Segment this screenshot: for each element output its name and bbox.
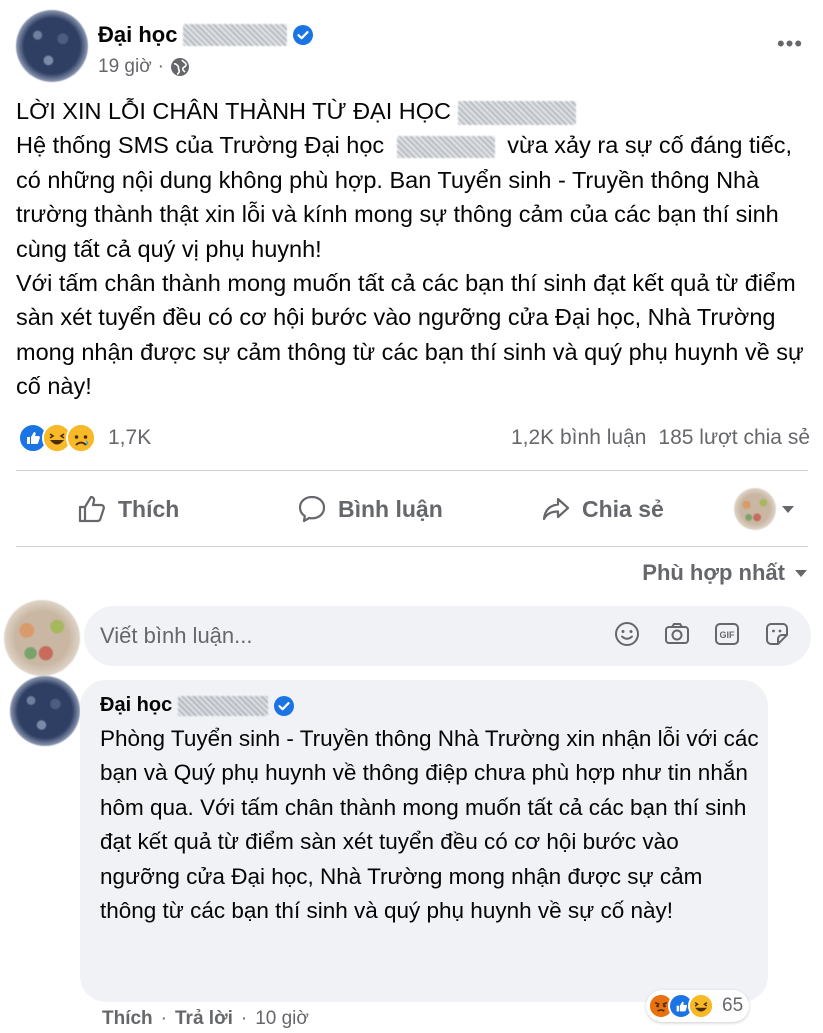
like-label: Thích	[118, 495, 180, 522]
comment-bubble-icon	[298, 495, 326, 523]
comment-sort-selector[interactable]: Phù hợp nhất	[642, 560, 807, 586]
gif-icon[interactable]: GIF	[713, 620, 741, 648]
divider	[16, 546, 808, 547]
post-heading: LỜI XIN LỖI CHÂN THÀNH TỪ ĐẠI HỌC	[16, 98, 452, 124]
author-name-row: Đại học	[98, 22, 314, 48]
emoji-icon[interactable]	[613, 620, 641, 648]
post-paragraph-2: Với tấm chân thành mong muốn tất cả các …	[16, 270, 804, 400]
post-time[interactable]: 19 giờ	[98, 56, 152, 78]
globe-icon	[171, 58, 189, 76]
comment-reactions[interactable]: 65	[646, 990, 750, 1022]
sticker-icon[interactable]	[763, 620, 791, 648]
reactions-summary: 1,7K 1,2K bình luận 185 lượt chia sẻ	[18, 420, 810, 456]
post-body-line: LỜI XIN LỖI CHÂN THÀNH TỪ ĐẠI HỌC	[16, 94, 811, 128]
separator: ·	[240, 1008, 248, 1029]
post-body-line: Hệ thống SMS của Trường Đại học vừa xảy …	[16, 128, 811, 266]
thumbs-up-icon	[78, 495, 105, 523]
author-avatar[interactable]	[16, 10, 88, 82]
audience-selector[interactable]	[734, 488, 794, 530]
shares-count[interactable]: 185 lượt chia sẻ	[658, 426, 810, 450]
comment-author-row: Đại học	[100, 694, 295, 717]
comment-label: Bình luận	[338, 495, 443, 522]
post-body: LỜI XIN LỖI CHÂN THÀNH TỪ ĐẠI HỌC Hệ thố…	[16, 94, 811, 404]
redacted-name	[396, 136, 495, 159]
post-paragraph-1a: Hệ thống SMS của Trường Đại học	[16, 132, 385, 159]
post-action-bar: Thích Bình luận Chia sẻ	[16, 480, 808, 538]
comment-author[interactable]: Đại học	[100, 694, 172, 717]
svg-text:GIF: GIF	[720, 630, 736, 640]
chevron-down-icon	[795, 569, 807, 577]
more-options-icon[interactable]: •••	[772, 33, 808, 55]
meta-separator: ·	[157, 56, 164, 77]
share-button[interactable]: Chia sẻ	[540, 480, 664, 538]
comment-reaction-count: 65	[722, 995, 744, 1016]
comment-bubble: Đại học Phòng Tuyển sinh - Truyền thông …	[80, 680, 768, 1002]
comment-button[interactable]: Bình luận	[296, 480, 443, 538]
redacted-name	[457, 100, 576, 125]
sad-icon	[66, 423, 96, 453]
comments-count[interactable]: 1,2K bình luận	[511, 426, 646, 450]
reaction-icons[interactable]	[18, 423, 96, 453]
divider	[16, 470, 808, 471]
engagement-stats: 1,2K bình luận 185 lượt chia sẻ	[511, 426, 810, 450]
share-label: Chia sẻ	[582, 495, 664, 522]
reaction-count[interactable]: 1,7K	[108, 426, 151, 450]
composer-icons: GIF	[613, 620, 791, 648]
profile-avatar	[734, 488, 776, 530]
chevron-down-icon	[782, 505, 794, 513]
comment-time[interactable]: 10 giờ	[255, 1008, 309, 1030]
post-meta: 19 giờ ·	[98, 56, 190, 78]
share-arrow-icon	[542, 497, 570, 521]
verified-badge-icon	[293, 25, 314, 45]
comment-reply-link[interactable]: Trả lời	[175, 1008, 233, 1030]
commenter-avatar[interactable]	[10, 676, 80, 746]
post-header: Đại học 19 giờ · •••	[16, 10, 808, 82]
redacted-name	[178, 695, 269, 716]
verified-badge-icon	[274, 695, 295, 716]
comment-composer[interactable]: GIF	[84, 606, 811, 666]
comment-actions: Thích · Trả lời · 10 giờ	[102, 1008, 309, 1030]
like-button[interactable]: Thích	[76, 480, 179, 538]
comment-like-link[interactable]: Thích	[102, 1008, 153, 1030]
separator: ·	[160, 1008, 167, 1029]
author-name[interactable]: Đại học	[98, 22, 177, 48]
redacted-name	[183, 24, 288, 46]
current-user-avatar[interactable]	[4, 600, 80, 676]
comment-text: Phòng Tuyển sinh - Truyền thông Nhà Trườ…	[100, 726, 759, 924]
sort-label: Phù hợp nhất	[642, 560, 785, 585]
comment-input[interactable]	[100, 606, 580, 666]
camera-icon[interactable]	[663, 620, 691, 648]
haha-icon	[688, 993, 714, 1019]
